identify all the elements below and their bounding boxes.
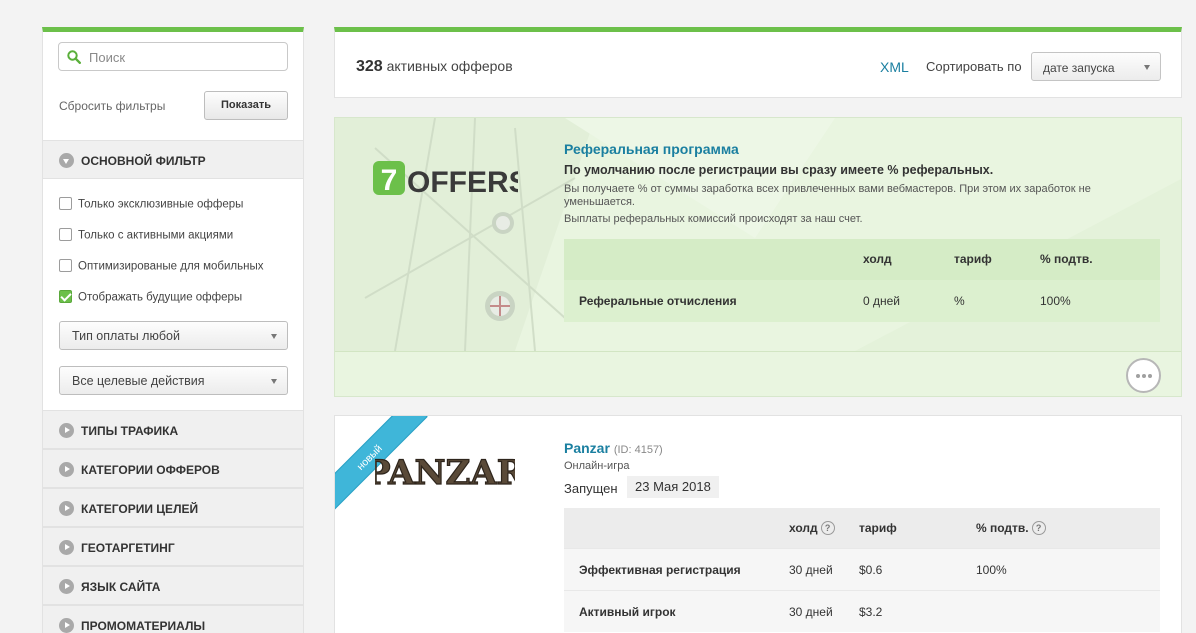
payment-type-select[interactable]: Тип оплаты любой: [59, 321, 288, 350]
header-approve: % подтв.: [1040, 252, 1093, 266]
select-value: дате запуска: [1043, 61, 1115, 75]
table-row: Активный игрок 30 дней $3.2: [564, 590, 1160, 632]
section-label: КАТЕГОРИИ ЦЕЛЕЙ: [81, 502, 199, 516]
collapse-icon: [59, 153, 74, 168]
referral-payout-note: Выплаты реферальных комиссий происходят …: [564, 213, 863, 225]
section-label: ОСНОВНОЙ ФИЛЬТР: [81, 154, 206, 168]
svg-text:OFFERS: OFFERS: [407, 166, 518, 199]
section-label: КАТЕГОРИИ ОФФЕРОВ: [81, 463, 220, 477]
count-number: 328: [356, 58, 383, 75]
row-tariff: $3.2: [859, 605, 883, 619]
section-label: ГЕОТАРГЕТИНГ: [81, 541, 175, 555]
section-traffic-types[interactable]: ТИПЫ ТРАФИКА: [43, 410, 303, 449]
expand-icon: [59, 423, 74, 438]
table-row: Эффективная регистрация 30 дней $0.6 100…: [564, 548, 1160, 590]
section-label: ЯЗЫК САЙТА: [81, 580, 161, 594]
offers-header: 328 активных офферов XML Сортировать по …: [334, 27, 1182, 98]
referral-title[interactable]: Реферальная программа: [564, 141, 739, 157]
dot: [1148, 374, 1152, 378]
checkbox-mobile[interactable]: Оптимизированые для мобильных: [59, 259, 264, 274]
expand-icon: [59, 579, 74, 594]
checkbox-active-promos[interactable]: Только с активными акциями: [59, 228, 234, 243]
checkbox[interactable]: [59, 228, 72, 241]
show-button[interactable]: Показать: [204, 91, 288, 120]
referral-subtitle: По умолчанию после регистрации вы сразу …: [564, 163, 994, 177]
count-label: активных офферов: [386, 58, 513, 74]
row-approve: 100%: [1040, 294, 1071, 308]
section-promo-materials[interactable]: ПРОМОМАТЕРИАЛЫ: [43, 605, 303, 633]
sort-label: Сортировать по: [926, 59, 1022, 74]
row-hold: 30 дней: [789, 605, 833, 619]
section-offer-categories[interactable]: КАТЕГОРИИ ОФФЕРОВ: [43, 449, 303, 488]
help-icon[interactable]: ?: [1031, 520, 1046, 535]
chevron-down-icon: [1144, 65, 1150, 70]
header-hold: холд: [863, 252, 892, 266]
checkbox-label: Отображать будущие офферы: [78, 291, 243, 304]
panzar-logo[interactable]: PANZAR: [375, 440, 515, 496]
row-name: Эффективная регистрация: [579, 563, 741, 577]
filter-sidebar: Сбросить фильтры Показать ОСНОВНОЙ ФИЛЬТ…: [42, 27, 304, 633]
offer-category: Онлайн-игра: [564, 460, 630, 472]
search-icon: [67, 50, 81, 64]
sort-select[interactable]: дате запуска: [1031, 52, 1161, 81]
expand-icon: [59, 540, 74, 555]
referral-description: Вы получаете % от суммы заработка всех п…: [564, 183, 1091, 208]
header-hold: холд?: [789, 520, 835, 536]
target-actions-select[interactable]: Все целевые действия: [59, 366, 288, 395]
chevron-down-icon: [271, 379, 277, 384]
section-label: ТИПЫ ТРАФИКА: [81, 424, 179, 438]
expand-icon: [59, 462, 74, 477]
section-geotargeting[interactable]: ГЕОТАРГЕТИНГ: [43, 527, 303, 566]
referral-table: холд тариф % подтв. Реферальные отчислен…: [564, 239, 1160, 322]
xml-link[interactable]: XML: [880, 59, 909, 75]
header-tariff: тариф: [954, 252, 992, 266]
referral-card: 7 OFFERS Реферальная программа По умолча…: [334, 117, 1182, 397]
card-divider: [335, 351, 1181, 352]
select-value: Тип оплаты любой: [72, 329, 180, 343]
header-approve: % подтв.?: [976, 520, 1046, 536]
svg-text:PANZAR: PANZAR: [375, 453, 515, 493]
checkbox-future-offers[interactable]: Отображать будущие офферы: [59, 290, 243, 305]
checkbox-label: Только эксклюзивные офферы: [78, 198, 244, 211]
checkbox[interactable]: [59, 197, 72, 210]
more-options-button[interactable]: [1126, 358, 1161, 393]
row-hold: 0 дней: [863, 294, 901, 308]
row-tariff: %: [954, 294, 965, 308]
launched-date: 23 Мая 2018: [627, 476, 719, 498]
chevron-down-icon: [271, 334, 277, 339]
select-value: Все целевые действия: [72, 374, 205, 388]
launched-label: Запущен: [564, 481, 618, 496]
row-approve: 100%: [976, 563, 1007, 577]
offer-table: холд? тариф % подтв.? Эффективная регист…: [564, 508, 1160, 633]
section-site-language[interactable]: ЯЗЫК САЙТА: [43, 566, 303, 605]
reset-filters-link[interactable]: Сбросить фильтры: [59, 99, 165, 113]
search-box[interactable]: [58, 42, 288, 71]
row-tariff: $0.6: [859, 563, 883, 577]
search-input[interactable]: [89, 47, 279, 67]
help-icon[interactable]: ?: [820, 520, 835, 535]
checkbox[interactable]: [59, 259, 72, 272]
svg-text:7: 7: [381, 164, 398, 197]
row-name: Активный игрок: [579, 605, 676, 619]
row-name: Реферальные отчисления: [579, 294, 737, 308]
checkbox-label: Оптимизированые для мобильных: [78, 260, 264, 273]
row-hold: 30 дней: [789, 563, 833, 577]
checkbox-exclusive[interactable]: Только эксклюзивные офферы: [59, 197, 244, 212]
dot: [1136, 374, 1140, 378]
7offers-logo: 7 OFFERS: [373, 161, 518, 199]
offer-card: новый PANZAR Panzar (ID: 4157) Онлайн-иг…: [334, 415, 1182, 633]
offer-name[interactable]: Panzar: [564, 440, 610, 456]
dot: [1142, 374, 1146, 378]
offer-id: (ID: 4157): [613, 444, 663, 456]
offer-count: 328 активных офферов: [356, 58, 513, 76]
section-main-filter[interactable]: ОСНОВНОЙ ФИЛЬТР: [43, 140, 303, 179]
section-label: ПРОМОМАТЕРИАЛЫ: [81, 619, 206, 633]
expand-icon: [59, 618, 74, 633]
header-tariff: тариф: [859, 521, 897, 535]
expand-icon: [59, 501, 74, 516]
checkbox-checked[interactable]: [59, 290, 72, 303]
section-goal-categories[interactable]: КАТЕГОРИИ ЦЕЛЕЙ: [43, 488, 303, 527]
checkbox-label: Только с активными акциями: [78, 229, 234, 242]
offer-title[interactable]: Panzar (ID: 4157): [564, 440, 663, 456]
